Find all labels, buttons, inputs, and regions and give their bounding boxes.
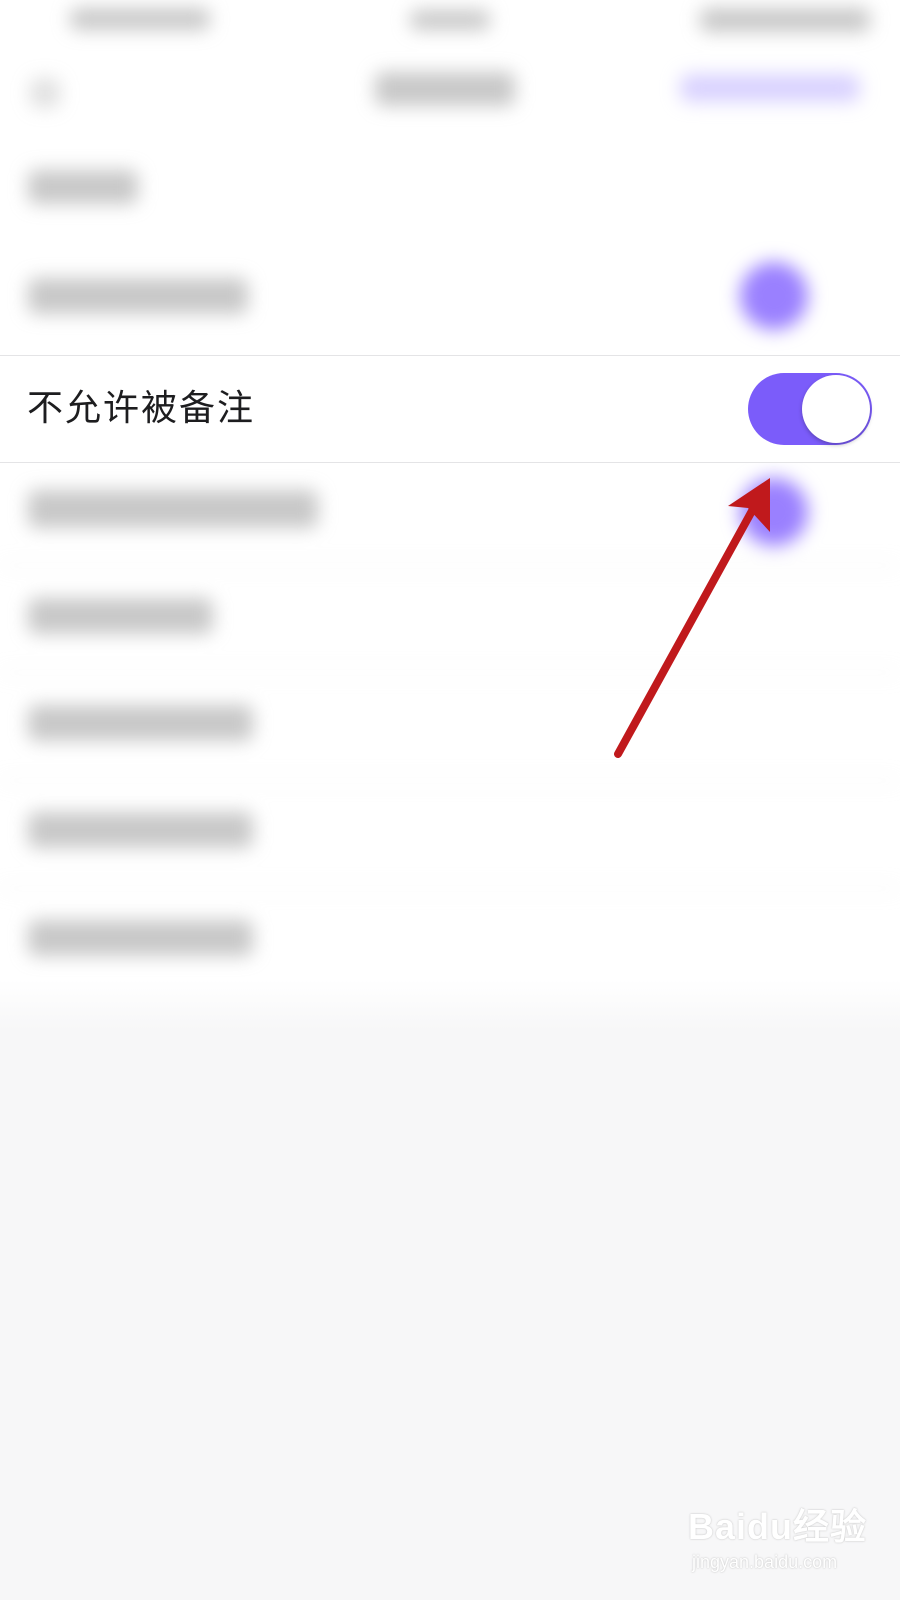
toggle-knob (802, 375, 870, 443)
section-header (28, 170, 138, 204)
disallow-remark-toggle[interactable] (748, 373, 872, 445)
status-bar-center (410, 10, 490, 30)
page-title (375, 72, 515, 106)
setting-row-6-label (28, 812, 253, 848)
header-action (680, 74, 860, 102)
setting-row-3-label (28, 490, 318, 528)
divider (0, 780, 900, 781)
watermark-logo: Baidu经验 (688, 1506, 868, 1547)
setting-row-3-toggle (740, 478, 808, 546)
watermark-url: jingyan.baidu.com (692, 1552, 838, 1572)
setting-row-1-toggle (740, 262, 808, 330)
blurred-background-content (0, 0, 900, 1010)
settings-screen: 不允许被备注 Baidu经验 jingyan.baidu.com (0, 0, 900, 1600)
divider (0, 888, 900, 889)
setting-row-4-label (28, 598, 213, 634)
status-bar-time (70, 8, 210, 30)
setting-row-disallow-remark: 不允许被备注 (0, 355, 900, 463)
divider (0, 565, 900, 566)
back-icon (30, 78, 60, 108)
setting-row-5-label (28, 705, 253, 741)
baidu-jingyan-watermark: Baidu经验 jingyan.baidu.com (688, 1498, 878, 1588)
setting-row-label: 不允许被备注 (27, 388, 256, 429)
setting-row-1-label (28, 278, 248, 314)
setting-row-7-label (28, 920, 253, 956)
status-bar-indicators (700, 8, 870, 32)
divider (0, 672, 900, 673)
